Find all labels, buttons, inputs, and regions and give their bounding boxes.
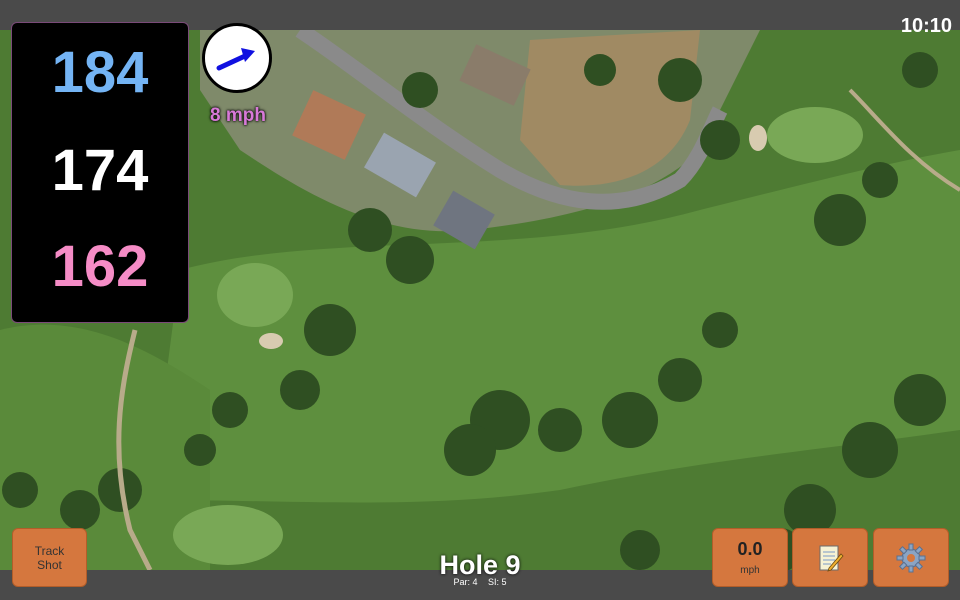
wind-arrow-icon: [216, 48, 255, 71]
speed-value: 0.0: [737, 539, 763, 559]
distance-panel: 184 174 162: [11, 22, 189, 323]
hole-stroke-index: SI: 5: [488, 577, 507, 587]
notes-button[interactable]: [792, 528, 868, 587]
hole-info: Par: 4 SI: 5: [380, 577, 580, 587]
notepad-icon: [819, 545, 844, 572]
wind-speed-label: 8 mph: [210, 105, 266, 126]
gear-icon: [896, 543, 926, 572]
track-shot-button[interactable]: Track Shot: [12, 528, 87, 587]
speed-unit: mph: [740, 565, 760, 576]
settings-button[interactable]: [873, 528, 949, 587]
middle-distance: 174: [51, 138, 149, 203]
hole-par: Par: 4: [453, 577, 478, 587]
track-shot-label-line1: Track: [34, 543, 65, 558]
back-distance: 184: [51, 40, 149, 105]
track-shot-label-line2: Shot: [37, 557, 62, 572]
clock: 10:10: [900, 15, 952, 37]
wind-direction-dial: [202, 23, 272, 93]
front-distance: 162: [51, 234, 149, 299]
speed-button[interactable]: 0.0 mph: [712, 528, 788, 587]
